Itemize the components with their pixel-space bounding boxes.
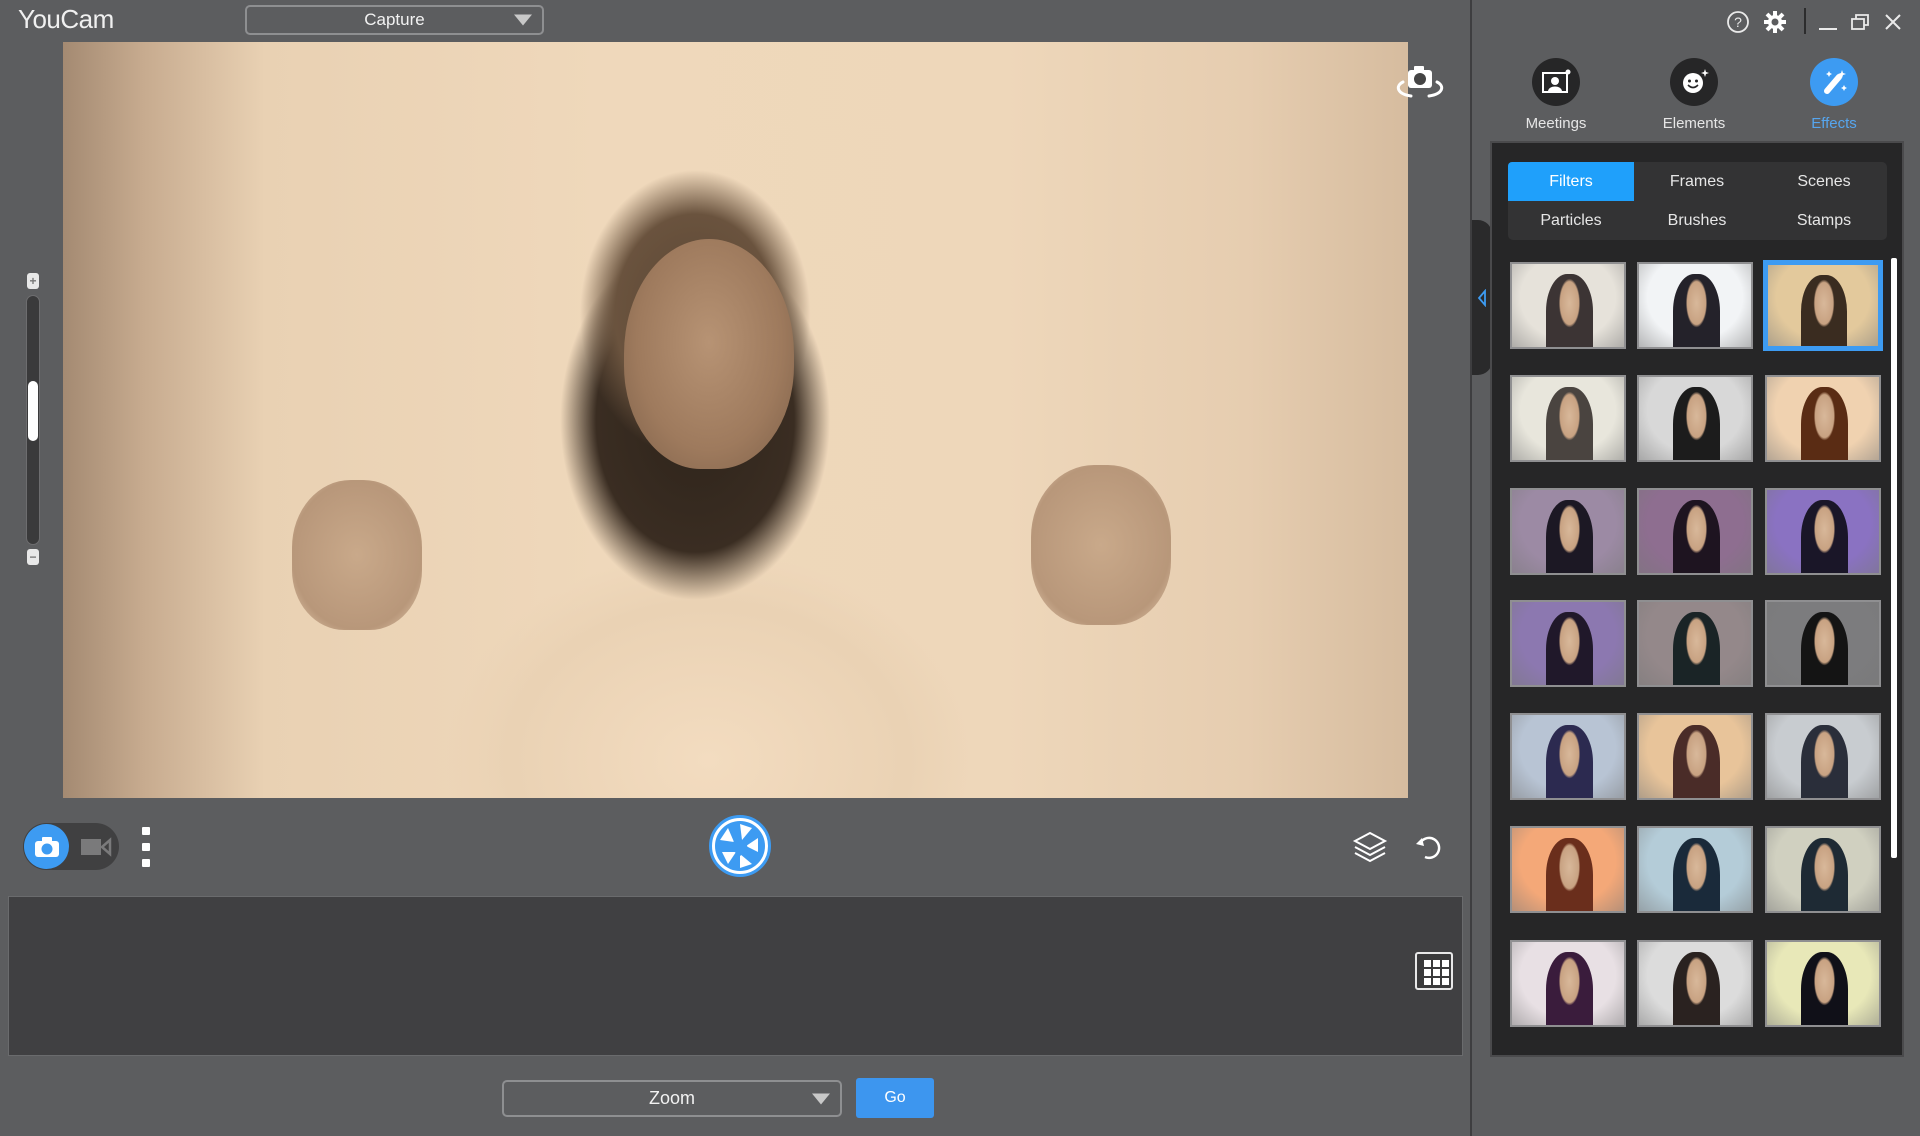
thumbnail-subject-boy-portrait <box>1672 837 1720 911</box>
thumbnail-subject-woman-curly-hair <box>1545 611 1593 685</box>
filter-thumbnail[interactable] <box>1510 600 1626 687</box>
video-mode-button[interactable] <box>80 836 112 858</box>
mode-dropdown[interactable]: Capture <box>245 5 544 35</box>
thumbnail-subject-woman-hat <box>1672 951 1720 1025</box>
grid-icon[interactable] <box>1415 952 1453 990</box>
tab-frames[interactable]: Frames <box>1634 162 1760 201</box>
filter-thumbnail[interactable] <box>1510 713 1626 800</box>
thumbnail-subject-woman-long-hair <box>1672 273 1720 347</box>
app-title: YouCam <box>18 4 114 34</box>
filter-thumbnail[interactable] <box>1765 375 1881 462</box>
title-separator <box>1804 8 1806 34</box>
filter-thumbnail[interactable] <box>1637 262 1753 349</box>
camera-icon <box>34 836 59 857</box>
video-camera-icon <box>81 837 112 857</box>
tab-particles[interactable]: Particles <box>1508 201 1634 240</box>
thumbnail-subject-woman-curly-hair <box>1672 499 1720 573</box>
youcam-window: YouCam Capture + − Zoom Go ? Meetings El… <box>0 0 1920 1136</box>
tab-filters[interactable]: Filters <box>1508 162 1634 201</box>
camera-rotate-icon[interactable] <box>1393 62 1447 104</box>
thumbnail-subject-woman-curly-hair <box>1800 611 1848 685</box>
zoom-out-button[interactable]: − <box>27 549 39 565</box>
effects-tabs: Filters Frames Scenes Particles Brushes … <box>1508 162 1887 240</box>
filter-thumbnail[interactable] <box>1510 488 1626 575</box>
chevron-down-icon <box>514 14 532 26</box>
tab-scenes[interactable]: Scenes <box>1761 162 1887 201</box>
minimize-icon[interactable] <box>1815 8 1841 36</box>
thumbnail-subject-boy-portrait <box>1672 724 1720 798</box>
thumbnail-subject-woman-long-hair <box>1545 386 1593 460</box>
chevron-down-icon <box>812 1093 830 1104</box>
shutter-icon <box>715 821 765 871</box>
thumbnail-subject-woman-curly-hair <box>1800 499 1848 573</box>
preview-face <box>623 238 794 469</box>
thumbnail-subject-woman-hat <box>1800 951 1848 1025</box>
thumbnail-subject-boy-portrait <box>1800 837 1848 911</box>
module-effects[interactable]: Effects <box>1779 58 1889 138</box>
module-elements[interactable]: Elements <box>1639 58 1749 138</box>
thumbnail-subject-woman-long-hair <box>1672 386 1720 460</box>
shutter-button[interactable] <box>709 815 771 877</box>
meetings-icon <box>1532 58 1580 106</box>
collapse-panel-button[interactable] <box>1472 220 1492 375</box>
thumbnail-subject-woman-long-hair <box>1800 386 1848 460</box>
panel-divider <box>1470 0 1472 1136</box>
module-label: Meetings <box>1525 115 1587 132</box>
filter-thumbnail[interactable] <box>1637 713 1753 800</box>
chevron-left-icon <box>1477 288 1486 307</box>
undo-icon[interactable] <box>1413 832 1443 862</box>
zoom-in-button[interactable]: + <box>27 273 39 289</box>
thumbnail-subject-woman-curly-hair <box>1545 499 1593 573</box>
gear-icon[interactable] <box>1761 8 1789 36</box>
tab-stamps[interactable]: Stamps <box>1761 201 1887 240</box>
filter-thumbnail[interactable] <box>1765 940 1881 1027</box>
filter-thumbnail[interactable] <box>1637 375 1753 462</box>
captured-media-gallery <box>8 896 1463 1056</box>
thumbnail-subject-boy-portrait <box>1800 724 1848 798</box>
thumbnail-subject-woman-long-hair <box>1545 273 1593 347</box>
camera-preview <box>63 42 1408 798</box>
filter-thumbnail[interactable] <box>1510 826 1626 913</box>
target-app-value: Zoom <box>648 1088 695 1108</box>
go-button[interactable]: Go <box>856 1078 934 1118</box>
restore-icon[interactable] <box>1847 8 1873 36</box>
thumbnail-subject-woman-long-hair <box>1801 274 1848 346</box>
layers-icon[interactable] <box>1352 830 1388 864</box>
module-label: Elements <box>1662 115 1726 132</box>
effects-wand-icon <box>1810 58 1858 106</box>
svg-text:?: ? <box>1734 14 1742 30</box>
filter-thumbnail[interactable] <box>1765 826 1881 913</box>
thumbnail-subject-boy-portrait <box>1545 724 1593 798</box>
thumbnail-subject-woman-curly-hair <box>1672 611 1720 685</box>
tab-brushes[interactable]: Brushes <box>1634 201 1760 240</box>
close-icon[interactable] <box>1880 8 1906 36</box>
filter-thumbnail[interactable] <box>1765 713 1881 800</box>
photo-mode-button[interactable] <box>24 824 69 869</box>
thumbnail-subject-woman-hat <box>1545 951 1593 1025</box>
filter-thumbnail[interactable] <box>1510 375 1626 462</box>
help-icon[interactable]: ? <box>1724 8 1752 36</box>
filter-thumbnail[interactable] <box>1637 488 1753 575</box>
filter-thumbnail[interactable] <box>1510 262 1626 349</box>
preview-hand-left <box>291 480 422 631</box>
elements-icon <box>1670 58 1718 106</box>
zoom-slider-thumb[interactable] <box>28 380 38 441</box>
filter-thumbnail[interactable] <box>1510 940 1626 1027</box>
filter-thumbnail[interactable] <box>1765 600 1881 687</box>
filter-thumbnail[interactable] <box>1637 600 1753 687</box>
preview-hand-right <box>1031 465 1172 626</box>
mode-dropdown-value: Capture <box>364 10 425 29</box>
filter-thumbnail[interactable] <box>1637 826 1753 913</box>
more-vertical-icon[interactable] <box>140 827 152 872</box>
filter-list-scrollbar[interactable] <box>1891 258 1897 858</box>
filter-thumbnail[interactable] <box>1765 262 1881 349</box>
filter-thumbnail[interactable] <box>1765 488 1881 575</box>
module-meetings[interactable]: Meetings <box>1501 58 1611 138</box>
target-app-dropdown[interactable]: Zoom <box>502 1080 842 1117</box>
module-label: Effects <box>1811 115 1857 132</box>
thumbnail-subject-boy-portrait <box>1545 837 1593 911</box>
filter-thumbnail[interactable] <box>1637 940 1753 1027</box>
